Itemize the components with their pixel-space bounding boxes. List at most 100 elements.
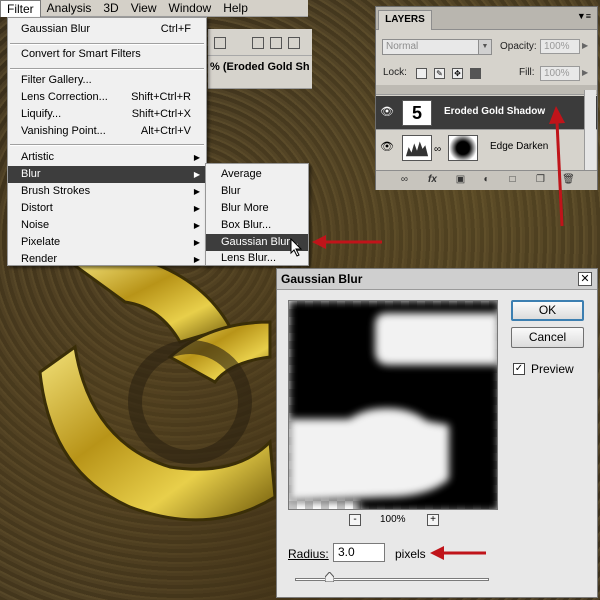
submenu-arrow-icon: ▶	[193, 204, 200, 213]
menu-analysis[interactable]: Analysis	[41, 0, 98, 17]
menu-bar: Filter Analysis 3D View Window Help	[0, 0, 308, 17]
new-layer-icon[interactable]: ❐	[534, 174, 547, 187]
lock-brush-icon[interactable]: ✎	[434, 68, 445, 79]
lock-transparent-icon[interactable]	[416, 68, 427, 79]
add-mask-icon[interactable]: ▣	[454, 174, 467, 187]
panel-menu-icon[interactable]: ▼≡	[577, 11, 591, 21]
opacity-label: Opacity:	[500, 41, 537, 52]
submenu-item-average[interactable]: Average	[206, 166, 308, 183]
align-top-icon[interactable]	[252, 37, 264, 49]
menu-item-render[interactable]: Render ▶	[8, 251, 206, 266]
blend-mode-value: Normal	[386, 41, 419, 52]
menu-item-filter-gallery[interactable]: Filter Gallery...	[8, 72, 206, 89]
lock-move-icon[interactable]: ✥	[452, 68, 463, 79]
submenu-arrow-icon: ▶	[193, 170, 200, 179]
chevron-right-icon[interactable]: ▶	[582, 68, 588, 77]
blur-preview[interactable]	[288, 300, 498, 510]
menu-item-label: Lens Correction...	[21, 91, 108, 103]
cancel-button[interactable]: Cancel	[511, 327, 584, 348]
opacity-field[interactable]: 100%	[540, 39, 580, 54]
zoom-level: 100%	[380, 514, 406, 525]
preview-checkbox[interactable]: ✓	[513, 363, 525, 375]
gold-emblem-artwork	[38, 262, 277, 522]
submenu-item-blur-more[interactable]: Blur More	[206, 200, 308, 217]
annotation-arrow-icon	[430, 546, 486, 560]
menu-item-artistic[interactable]: Artistic ▶	[8, 149, 206, 166]
menu-help[interactable]: Help	[217, 0, 254, 17]
menu-item-liquify[interactable]: Liquify... Shift+Ctrl+X	[8, 106, 206, 123]
menu-item-convert-smart-filters[interactable]: Convert for Smart Filters	[8, 46, 206, 63]
dialog-title: Gaussian Blur	[281, 272, 363, 286]
new-group-icon[interactable]: □	[506, 174, 519, 187]
adjustment-layer-icon[interactable]: ◐	[480, 174, 493, 187]
opacity-value: 100%	[544, 41, 570, 52]
close-icon[interactable]: ✕	[578, 272, 592, 286]
layer-name: Eroded Gold Shadow	[444, 106, 546, 117]
layer-row-partial[interactable]	[376, 85, 597, 95]
eye-icon[interactable]: 👁	[379, 105, 395, 119]
menu-separator	[10, 43, 204, 45]
filter-menu: Gaussian Blur Ctrl+F Convert for Smart F…	[7, 17, 207, 266]
submenu-arrow-icon: ▶	[193, 187, 200, 196]
menu-item-lens-correction[interactable]: Lens Correction... Shift+Ctrl+R	[8, 89, 206, 106]
menu-item-label: Vanishing Point...	[21, 125, 106, 137]
radius-input[interactable]: 3.0	[333, 543, 385, 562]
options-bar: % (Eroded Gold Sh	[208, 29, 312, 89]
submenu-arrow-icon: ▶	[193, 238, 200, 247]
menu-3d[interactable]: 3D	[97, 0, 124, 17]
ok-button[interactable]: OK	[511, 300, 584, 321]
submenu-arrow-icon: ▶	[193, 153, 200, 162]
submenu-item-box-blur[interactable]: Box Blur...	[206, 217, 308, 234]
preview-label: Preview	[531, 362, 574, 376]
tab-layers[interactable]: LAYERS	[378, 10, 432, 30]
menu-item-label: Gaussian Blur	[21, 23, 91, 35]
menu-item-label: Filter Gallery...	[21, 74, 92, 86]
menu-item-label: Render	[21, 253, 58, 265]
chevron-right-icon[interactable]: ▶	[582, 41, 588, 50]
menu-filter[interactable]: Filter	[0, 0, 41, 17]
annotation-arrow-icon	[312, 235, 382, 249]
lock-all-icon[interactable]	[470, 68, 481, 79]
zoom-in-button[interactable]: +	[427, 514, 439, 526]
menu-window[interactable]: Window	[163, 0, 218, 17]
menu-item-label: Pixelate	[21, 236, 61, 248]
menu-item-blur[interactable]: Blur ▶	[8, 166, 206, 183]
zoom-out-button[interactable]: -	[349, 514, 361, 526]
align-left-icon[interactable]	[214, 37, 226, 49]
eye-icon[interactable]: 👁	[379, 140, 395, 154]
layer-mask-thumbnail	[448, 135, 478, 161]
menu-item-shortcut: Alt+Ctrl+V	[140, 125, 191, 137]
menu-separator	[10, 68, 204, 70]
dialog-titlebar[interactable]: Gaussian Blur ✕	[277, 269, 597, 290]
radius-label: Radius:	[288, 547, 329, 561]
lock-label: Lock:	[383, 67, 407, 78]
fx-icon[interactable]: fx	[426, 174, 439, 187]
menu-item-label: Blur	[21, 168, 41, 180]
menu-item-shortcut: Shift+Ctrl+X	[131, 108, 191, 120]
menu-item-brush-strokes[interactable]: Brush Strokes ▶	[8, 183, 206, 200]
menu-item-noise[interactable]: Noise ▶	[8, 217, 206, 234]
align-bottom-icon[interactable]	[288, 37, 300, 49]
align-vcenter-icon[interactable]	[270, 37, 282, 49]
menu-view[interactable]: View	[125, 0, 163, 17]
link-layers-icon[interactable]: ∞	[398, 174, 411, 187]
link-icon[interactable]: ∞	[434, 144, 441, 155]
menu-item-distort[interactable]: Distort ▶	[8, 200, 206, 217]
fill-field[interactable]: 100%	[540, 66, 580, 81]
menu-item-last-filter[interactable]: Gaussian Blur Ctrl+F	[8, 21, 206, 38]
menu-separator	[10, 144, 204, 146]
submenu-arrow-icon: ▶	[193, 255, 200, 264]
radius-slider-track[interactable]	[295, 578, 489, 581]
document-tab-label[interactable]: % (Eroded Gold Sh	[210, 61, 310, 73]
menu-item-vanishing-point[interactable]: Vanishing Point... Alt+Ctrl+V	[8, 123, 206, 140]
radius-slider-thumb[interactable]	[325, 572, 335, 582]
blend-mode-select[interactable]: Normal ▼	[382, 39, 492, 55]
submenu-arrow-icon: ▶	[193, 221, 200, 230]
submenu-item-blur[interactable]: Blur	[206, 183, 308, 200]
radius-value: 3.0	[338, 545, 355, 559]
menu-item-pixelate[interactable]: Pixelate ▶	[8, 234, 206, 251]
annotation-arrow-icon	[549, 106, 565, 227]
menu-item-shortcut: Shift+Ctrl+R	[131, 91, 191, 103]
layers-scrollbar[interactable]	[584, 90, 596, 170]
fill-label: Fill:	[519, 67, 535, 78]
